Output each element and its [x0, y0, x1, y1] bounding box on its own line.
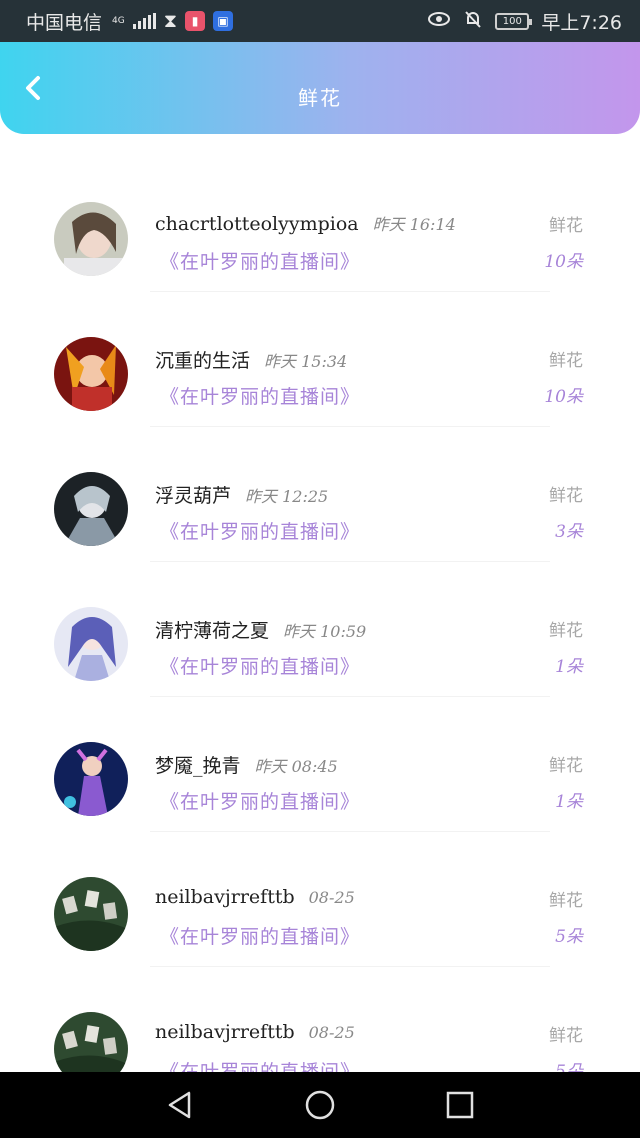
- avatar: [54, 472, 128, 546]
- room-name: 《在叶罗丽的直播间》: [160, 791, 361, 813]
- gift-count: 1朵: [555, 657, 583, 677]
- gift-count: 5朵: [555, 927, 583, 947]
- nav-home-button[interactable]: [300, 1085, 340, 1125]
- gift-count: 10朵: [544, 252, 583, 272]
- username: neilbavjrrefttb 08-25: [155, 1021, 355, 1043]
- room-name: 《在叶罗丽的直播间》: [160, 251, 361, 273]
- avatar: [54, 607, 128, 681]
- list-item[interactable]: neilbavjrrefttb08-25 《在叶罗丽的直播间》 鲜花 5朵: [0, 832, 640, 967]
- list-item[interactable]: 沉重的生活 昨天 15:34 《在叶罗丽的直播间》 鲜花 10朵: [0, 292, 640, 427]
- list-item[interactable]: chacrtlotteolyympioa 昨天 16:14 《在叶罗丽的直播间》 …: [0, 157, 640, 292]
- page-title: 鲜花: [298, 86, 342, 110]
- timestamp: 昨天 08:45: [254, 757, 338, 776]
- network-type: 4G: [112, 15, 125, 26]
- nav-home-icon: [305, 1090, 335, 1120]
- mute-bell-icon: [463, 9, 483, 34]
- timestamp: 08-25: [308, 888, 355, 907]
- status-bar: 中国电信 4G ⧗ ▮ ▣ 100 早上7:26: [0, 0, 640, 42]
- tieba-app-icon: ▣: [213, 11, 234, 31]
- gift-record-list: chacrtlotteolyympioa 昨天 16:14 《在叶罗丽的直播间》 …: [0, 157, 640, 1102]
- room-name: 《在叶罗丽的直播间》: [160, 656, 361, 678]
- carrier-label: 中国电信: [26, 11, 103, 34]
- gift-count: 1朵: [555, 792, 583, 812]
- nav-recents-button[interactable]: [440, 1085, 480, 1125]
- gift-type: 鲜花: [549, 486, 583, 506]
- nav-recents-icon: [446, 1091, 474, 1119]
- hourglass-icon: ⧗: [163, 10, 178, 32]
- avatar: [54, 202, 128, 276]
- timestamp: 昨天 12:25: [245, 487, 329, 506]
- username: 梦魇_挽青 昨天 08:45: [155, 755, 338, 777]
- nav-back-button[interactable]: [160, 1085, 200, 1125]
- battery-icon: 100: [495, 12, 533, 30]
- gift-type: 鲜花: [549, 1026, 583, 1046]
- signal-icon: [132, 13, 156, 29]
- timestamp: 昨天 15:34: [264, 352, 348, 371]
- timestamp: 08-25: [308, 1023, 355, 1042]
- avatar: [54, 877, 128, 951]
- username: neilbavjrrefttb 08-25: [155, 886, 355, 908]
- username: 浮灵葫芦 昨天 12:25: [155, 485, 329, 507]
- page-header: 鲜花: [0, 42, 640, 134]
- list-item[interactable]: 梦魇_挽青 昨天 08:45 《在叶罗丽的直播间》 鲜花 1朵: [0, 697, 640, 832]
- room-name: 《在叶罗丽的直播间》: [160, 926, 361, 948]
- gift-type: 鲜花: [549, 351, 583, 371]
- gift-count: 3朵: [555, 522, 583, 542]
- nav-back-icon: [168, 1091, 191, 1119]
- username: 清柠薄荷之夏 昨天 10:59: [155, 620, 367, 642]
- room-name: 《在叶罗丽的直播间》: [160, 521, 361, 543]
- gift-type: 鲜花: [549, 891, 583, 911]
- timestamp: 昨天 10:59: [283, 622, 367, 641]
- eye-icon: [427, 10, 451, 32]
- list-item[interactable]: 浮灵葫芦 昨天 12:25 《在叶罗丽的直播间》 鲜花 3朵: [0, 427, 640, 562]
- gift-count: 10朵: [544, 387, 583, 407]
- gift-type: 鲜花: [549, 621, 583, 641]
- avatar: [54, 337, 128, 411]
- gift-type: 鲜花: [549, 216, 583, 236]
- username: 沉重的生活 昨天 15:34: [155, 350, 348, 372]
- list-item[interactable]: 清柠薄荷之夏 昨天 10:59 《在叶罗丽的直播间》 鲜花 1朵: [0, 562, 640, 697]
- username: chacrtlotteolyympioa 昨天 16:14: [155, 213, 456, 235]
- gift-type: 鲜花: [549, 756, 583, 776]
- timestamp: 昨天 16:14: [372, 215, 456, 234]
- system-nav-bar: [0, 1072, 640, 1138]
- clock-time: 早上7:26: [541, 11, 622, 34]
- book-app-icon: ▮: [185, 11, 206, 31]
- room-name: 《在叶罗丽的直播间》: [160, 386, 361, 408]
- avatar: [54, 742, 128, 816]
